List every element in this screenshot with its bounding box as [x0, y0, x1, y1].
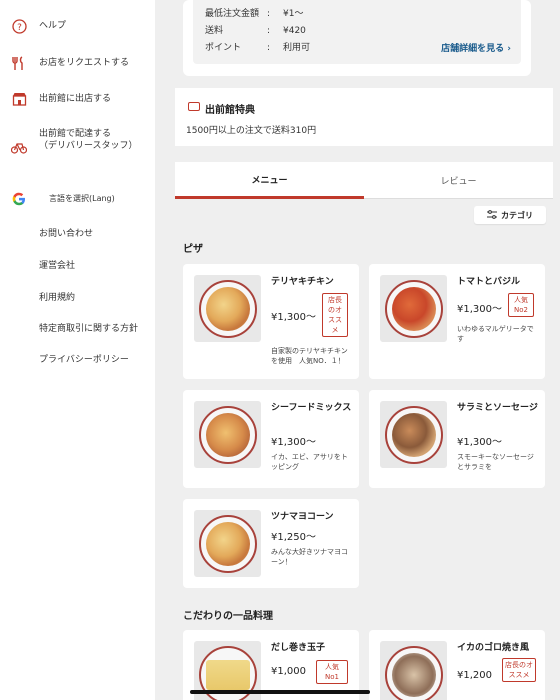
menu-item-price: ¥1,300～: [271, 437, 316, 448]
menu-item-image: [194, 510, 261, 577]
sidebar-item-label: お店をリクエストする: [39, 58, 130, 68]
bicycle-icon: [10, 138, 28, 156]
sidebar-item-label: 出前館で配達する （デリバリースタッフ）: [39, 129, 138, 151]
help-circle-icon: ?: [10, 17, 28, 35]
tab-menu[interactable]: メニュー: [175, 162, 364, 199]
bonus-title: 出前館特典: [205, 105, 255, 116]
menu-item-name: イカのゴロ焼き風: [457, 643, 530, 653]
info-value: 利用可: [283, 43, 311, 53]
menu-item-card[interactable]: シーフードミックス ¥1,300～ イカ、エビ、アサリをトッピング: [183, 390, 359, 488]
chevron-right-icon: ›: [507, 44, 511, 54]
info-value: ¥420: [283, 26, 306, 36]
main-content: 最低注文金額: ¥1～ 送料: ¥420 ポイント: 利用可 店舗詳細を見る › 出前…: [155, 0, 560, 700]
category-label: カテゴリ: [501, 210, 533, 220]
menu-item-image: [380, 641, 447, 700]
info-key: 最低注文金額: [205, 9, 260, 19]
shop-detail-link[interactable]: 店舗詳細を見る ›: [441, 41, 511, 54]
menu-item-description: みんな大好きツナマヨコーン！: [271, 548, 348, 566]
menu-tabs: メニュー レビュー: [175, 162, 553, 199]
menu-item-card[interactable]: トマトとバジル ¥1,300～ 人気No2 いわゆるマルゲリータです: [369, 264, 545, 379]
sidebar-item-language[interactable]: 言語を選択(Lang): [0, 190, 155, 210]
sidebar-item-label: 言語を選択(Lang): [49, 194, 115, 203]
menu-item-image: [194, 401, 261, 468]
menu-item-name: だし巻き玉子: [271, 643, 326, 653]
svg-text:?: ?: [17, 23, 22, 33]
menu-item-card[interactable]: サラミとソーセージ ¥1,300～ スモーキーなソーセージとサラミを: [369, 390, 545, 488]
menu-item-price: ¥1,300～: [457, 304, 502, 315]
menu-item-image: [194, 275, 261, 342]
tab-review[interactable]: レビュー: [364, 162, 553, 199]
filter-icon: [487, 209, 497, 221]
bonus-text: 1500円以上の注文で送料310円: [186, 126, 317, 136]
menu-item-description: スモーキーなソーセージとサラミを: [457, 453, 534, 471]
recommend-badge: 店長のオススメ: [322, 293, 348, 337]
sidebar-link-privacy[interactable]: プライバシーポリシー: [39, 352, 129, 365]
sidebar-item-label: 出前館に出店する: [39, 94, 112, 104]
menu-item-image: [380, 401, 447, 468]
sidebar-link-contact[interactable]: お問い合わせ: [39, 226, 93, 239]
info-row-shipping: 送料: ¥420: [205, 23, 306, 36]
menu-item-description: いわゆるマルゲリータです: [457, 325, 534, 343]
menu-item-name: サラミとソーセージ: [457, 403, 538, 413]
menu-item-name: シーフードミックス: [271, 403, 352, 413]
info-key: ポイント: [205, 43, 242, 53]
popular-badge: 人気No2: [508, 293, 534, 317]
popular-badge: 人気No1: [316, 660, 348, 684]
menu-item-description: 自家製のテリヤキチキンを使用 人気NO．１！: [271, 347, 348, 365]
google-icon: [10, 190, 28, 208]
info-row-min-order: 最低注文金額: ¥1～: [205, 6, 303, 19]
sidebar-item-open-store[interactable]: 出前館に出店する: [0, 90, 155, 110]
info-value: ¥1～: [283, 9, 304, 19]
menu-item-name: ツナマヨコーン: [271, 512, 334, 522]
menu-item-price: ¥1,250～: [271, 532, 316, 543]
sidebar-link-commerce-law[interactable]: 特定商取引に関する方針: [39, 321, 138, 334]
shop-info-panel: 最低注文金額: ¥1～ 送料: ¥420 ポイント: 利用可 店舗詳細を見る ›: [193, 0, 521, 64]
menu-item-card[interactable]: テリヤキチキン ¥1,300～ 店長のオススメ 自家製のテリヤキチキンを使用 人…: [183, 264, 359, 379]
shop-detail-label: 店舗詳細を見る: [441, 44, 505, 54]
ticket-icon: [188, 102, 200, 111]
store-icon: [10, 90, 28, 108]
menu-item-name: テリヤキチキン: [271, 277, 334, 287]
info-colon: :: [267, 9, 271, 19]
bonus-card: 出前館特典 1500円以上の注文で送料310円: [175, 88, 553, 146]
section-title-pizza: ピザ: [183, 244, 203, 255]
info-row-points: ポイント: 利用可: [205, 40, 310, 53]
fork-knife-icon: [10, 54, 28, 72]
sidebar-item-label: ヘルプ: [39, 21, 67, 31]
info-key: 送料: [205, 26, 224, 36]
section-title-dishes: こだわりの一品料理: [183, 611, 273, 622]
sidebar-link-company[interactable]: 運営会社: [39, 258, 75, 271]
info-colon: :: [267, 26, 271, 36]
menu-item-price: ¥1,300～: [271, 312, 316, 323]
sidebar-link-terms[interactable]: 利用規約: [39, 290, 75, 303]
sidebar: ? ヘルプ お店をリクエストする 出前館に出店する 出前館で配達する （デリバリ…: [0, 0, 155, 700]
menu-item-image: [380, 275, 447, 342]
menu-item-price: ¥1,000: [271, 666, 306, 677]
home-indicator: [190, 690, 370, 694]
category-button[interactable]: カテゴリ: [474, 206, 546, 224]
menu-item-card[interactable]: イカのゴロ焼き風 ¥1,200 店長のオススメ: [369, 630, 545, 700]
sidebar-item-delivery-staff[interactable]: 出前館で配達する （デリバリースタッフ）: [0, 126, 155, 166]
sidebar-item-help[interactable]: ? ヘルプ: [0, 17, 155, 37]
info-colon: :: [267, 43, 271, 53]
menu-item-price: ¥1,200: [457, 670, 492, 681]
menu-item-card[interactable]: ツナマヨコーン ¥1,250～ みんな大好きツナマヨコーン！: [183, 499, 359, 588]
menu-item-description: イカ、エビ、アサリをトッピング: [271, 453, 348, 471]
shop-info-card: 最低注文金額: ¥1～ 送料: ¥420 ポイント: 利用可 店舗詳細を見る ›: [183, 0, 531, 76]
menu-item-price: ¥1,300～: [457, 437, 502, 448]
recommend-badge: 店長のオススメ: [502, 658, 536, 682]
menu-item-name: トマトとバジル: [457, 277, 521, 287]
sidebar-item-request-shop[interactable]: お店をリクエストする: [0, 54, 155, 74]
